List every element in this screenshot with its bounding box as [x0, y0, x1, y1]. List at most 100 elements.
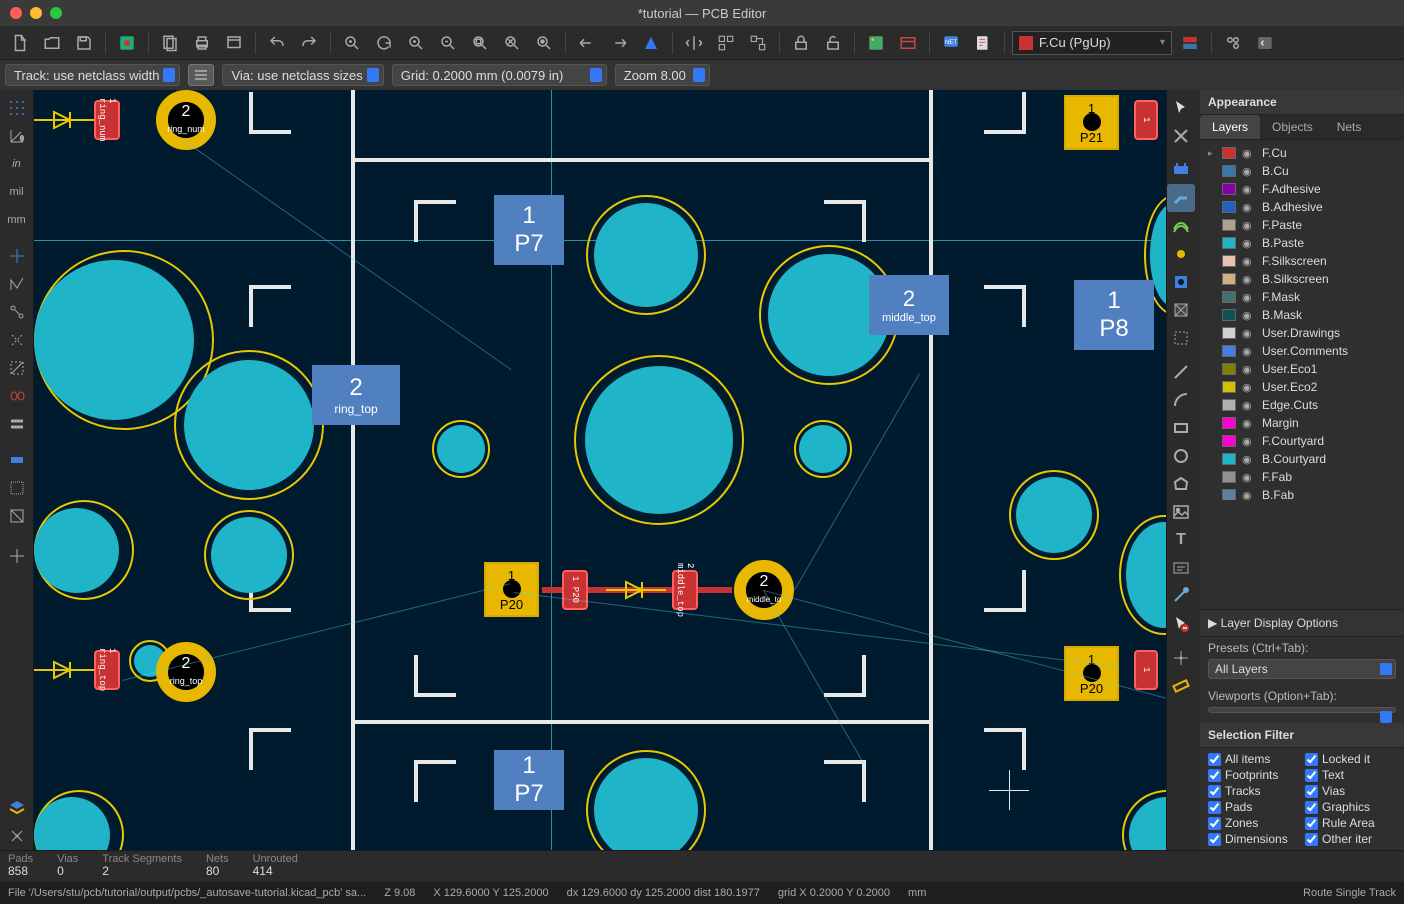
- layer-list[interactable]: ▸ ◉ F.Cu ◉ B.Cu ◉ F.Adhesive ◉ B.Adhesiv…: [1200, 140, 1404, 500]
- unlock-icon[interactable]: [819, 29, 847, 57]
- layer-swatch-icon[interactable]: [1222, 291, 1236, 303]
- auto-track-width-button[interactable]: [188, 64, 214, 86]
- viewports-dropdown[interactable]: [1208, 707, 1396, 713]
- place-footprint-icon[interactable]: [1167, 156, 1195, 184]
- layer-swatch-icon[interactable]: [1222, 183, 1236, 195]
- layer-swatch-icon[interactable]: [1222, 381, 1236, 393]
- eye-icon[interactable]: ◉: [1242, 183, 1256, 196]
- filter-zones[interactable]: Zones: [1208, 816, 1299, 830]
- drc-icon[interactable]: [969, 29, 997, 57]
- layer-swatch-icon[interactable]: [1222, 399, 1236, 411]
- preferences-icon[interactable]: [2, 822, 32, 850]
- filter-dimensions[interactable]: Dimensions: [1208, 832, 1299, 846]
- eye-icon[interactable]: ◉: [1242, 453, 1256, 466]
- select-tool-icon[interactable]: [1167, 94, 1195, 122]
- board-setup-icon[interactable]: [113, 29, 141, 57]
- zoom-dropdown[interactable]: Zoom 8.00: [615, 64, 710, 86]
- layer-swatch-icon[interactable]: [1222, 309, 1236, 321]
- tab-objects[interactable]: Objects: [1260, 115, 1325, 139]
- draw-rect-icon[interactable]: [1167, 414, 1195, 442]
- checkbox-icon[interactable]: [1208, 801, 1221, 814]
- zone-display-icon[interactable]: [2, 354, 32, 382]
- outline-mode-icon[interactable]: [2, 474, 32, 502]
- layer-swatch-icon[interactable]: [1222, 165, 1236, 177]
- layer-row-f-mask[interactable]: ◉ F.Mask: [1200, 288, 1404, 306]
- zoom-out-icon[interactable]: [434, 29, 462, 57]
- scripting-icon[interactable]: [1251, 29, 1279, 57]
- layer-swatch-icon[interactable]: [1222, 237, 1236, 249]
- layer-row-b-cu[interactable]: ◉ B.Cu: [1200, 162, 1404, 180]
- layer-row-edge-cuts[interactable]: ◉ Edge.Cuts: [1200, 396, 1404, 414]
- layer-swatch-icon[interactable]: [1222, 327, 1236, 339]
- eye-icon[interactable]: ◉: [1242, 345, 1256, 358]
- checkbox-icon[interactable]: [1305, 817, 1318, 830]
- eye-icon[interactable]: ◉: [1242, 165, 1256, 178]
- filter-footprints[interactable]: Footprints: [1208, 768, 1299, 782]
- draw-polygon-icon[interactable]: [1167, 470, 1195, 498]
- layers-manager-icon[interactable]: [2, 794, 32, 822]
- checkbox-icon[interactable]: [1305, 769, 1318, 782]
- eye-icon[interactable]: ◉: [1242, 489, 1256, 501]
- layer-row-user-eco1[interactable]: ◉ User.Eco1: [1200, 360, 1404, 378]
- eye-icon[interactable]: ◉: [1242, 381, 1256, 394]
- place-rule-area-icon[interactable]: [1167, 324, 1195, 352]
- curved-ratsnest-icon[interactable]: [744, 29, 772, 57]
- mils-icon[interactable]: mil: [2, 178, 32, 206]
- layer-swatch-icon[interactable]: [1222, 345, 1236, 357]
- print-icon[interactable]: [188, 29, 216, 57]
- open-icon[interactable]: [38, 29, 66, 57]
- layer-swatch-icon[interactable]: [1222, 471, 1236, 483]
- layer-row-user-comments[interactable]: ◉ User.Comments: [1200, 342, 1404, 360]
- eye-icon[interactable]: ◉: [1242, 219, 1256, 232]
- checkbox-icon[interactable]: [1208, 833, 1221, 846]
- track-display-icon[interactable]: [2, 446, 32, 474]
- layer-row-b-mask[interactable]: ◉ B.Mask: [1200, 306, 1404, 324]
- checkbox-icon[interactable]: [1208, 817, 1221, 830]
- eye-icon[interactable]: ◉: [1242, 237, 1256, 250]
- filter-graphics[interactable]: Graphics: [1305, 800, 1396, 814]
- refresh-icon[interactable]: [370, 29, 398, 57]
- layer-swatch-icon[interactable]: [1222, 201, 1236, 213]
- ratsnest-display-icon[interactable]: [2, 270, 32, 298]
- filter-all-items[interactable]: All items: [1208, 752, 1299, 766]
- undo-icon[interactable]: [263, 29, 291, 57]
- place-zone-icon[interactable]: [1167, 296, 1195, 324]
- layer-row-b-paste[interactable]: ◉ B.Paste: [1200, 234, 1404, 252]
- route-track-icon[interactable]: [1167, 184, 1195, 212]
- layer-dropdown[interactable]: F.Cu (PgUp) ▾: [1012, 31, 1172, 55]
- draw-line-icon[interactable]: [1167, 358, 1195, 386]
- layer-swatch-icon[interactable]: [1222, 255, 1236, 267]
- filter-locked-it[interactable]: Locked it: [1305, 752, 1396, 766]
- checkbox-icon[interactable]: [1208, 753, 1221, 766]
- eye-icon[interactable]: ◉: [1242, 399, 1256, 412]
- layer-swatch-icon[interactable]: [1222, 417, 1236, 429]
- layer-display-options[interactable]: ▶ Layer Display Options: [1200, 609, 1404, 637]
- find-icon[interactable]: [338, 29, 366, 57]
- filter-text[interactable]: Text: [1305, 768, 1396, 782]
- layer-row-f-adhesive[interactable]: ◉ F.Adhesive: [1200, 180, 1404, 198]
- filter-rule-area[interactable]: Rule Area: [1305, 816, 1396, 830]
- draw-arc-icon[interactable]: [1167, 386, 1195, 414]
- layer-row-margin[interactable]: ◉ Margin: [1200, 414, 1404, 432]
- filter-tracks[interactable]: Tracks: [1208, 784, 1299, 798]
- layer-swatch-icon[interactable]: [1222, 453, 1236, 465]
- minimize-icon[interactable]: [30, 7, 42, 19]
- layer-swatch-icon[interactable]: [1222, 147, 1236, 159]
- layer-swatch-icon[interactable]: [1222, 435, 1236, 447]
- via-display-icon[interactable]: [2, 410, 32, 438]
- curved-lines-icon[interactable]: [2, 298, 32, 326]
- footprint-browser-icon[interactable]: [894, 29, 922, 57]
- filter-vias[interactable]: Vias: [1305, 784, 1396, 798]
- page-settings-icon[interactable]: [156, 29, 184, 57]
- layer-row-b-courtyard[interactable]: ◉ B.Courtyard: [1200, 450, 1404, 468]
- layer-row-user-eco2[interactable]: ◉ User.Eco2: [1200, 378, 1404, 396]
- lock-icon[interactable]: [787, 29, 815, 57]
- zoom-in-icon[interactable]: [402, 29, 430, 57]
- zoom-selection-icon[interactable]: [530, 29, 558, 57]
- close-icon[interactable]: [10, 7, 22, 19]
- delete-icon[interactable]: [1167, 610, 1195, 638]
- eye-icon[interactable]: ◉: [1242, 147, 1256, 160]
- checkbox-icon[interactable]: [1305, 833, 1318, 846]
- tab-layers[interactable]: Layers: [1200, 115, 1260, 139]
- plugin-icon[interactable]: [1219, 29, 1247, 57]
